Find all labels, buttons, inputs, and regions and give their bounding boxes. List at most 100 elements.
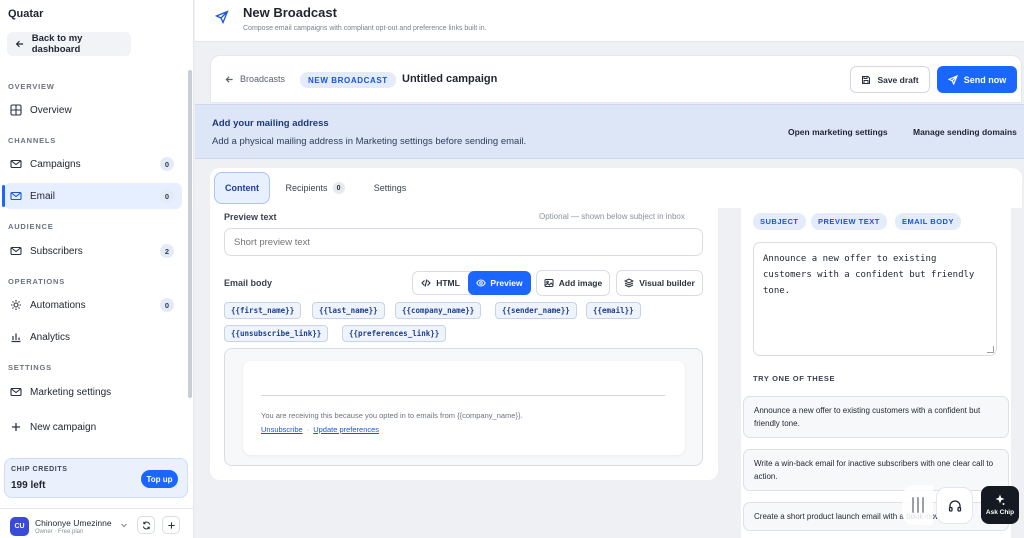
- sidebar-item-label: Overview: [30, 104, 72, 116]
- banner-title: Add your mailing address: [212, 118, 329, 129]
- send-now-label: Send now: [963, 74, 1007, 85]
- tab-content[interactable]: Content: [214, 172, 270, 204]
- chevron-down-icon[interactable]: [120, 521, 128, 529]
- handle-bar: [921, 497, 924, 513]
- merge-tag-unsubscribe-link[interactable]: {{unsubscribe_link}}: [224, 325, 329, 342]
- sidebar-item-campaigns[interactable]: Campaigns 0: [4, 151, 182, 177]
- credits-value: 199 left: [11, 480, 46, 491]
- tab-settings[interactable]: Settings: [364, 172, 416, 204]
- chip-credits-card: CHIP CREDITS 199 left Top up: [4, 458, 188, 498]
- top-up-button[interactable]: Top up: [141, 470, 178, 488]
- ask-chip-button[interactable]: Ask Chip: [981, 486, 1019, 524]
- page-subtitle: Compose email campaigns with compliant o…: [243, 25, 487, 32]
- sidebar-item-automations[interactable]: Automations 0: [4, 292, 182, 318]
- merge-tag-company-name[interactable]: {{company_name}}: [395, 302, 482, 319]
- suggestion-item[interactable]: Announce a new offer to existing custome…: [743, 396, 1009, 438]
- send-icon: [215, 10, 229, 24]
- widget-collapse-handle[interactable]: [902, 485, 933, 525]
- save-icon: [862, 75, 871, 84]
- section-overview: OVERVIEW: [8, 82, 55, 91]
- target-tag-preview-text[interactable]: PREVIEW TEXT: [811, 213, 887, 230]
- support-button[interactable]: [936, 487, 973, 524]
- merge-tag-preferences-link[interactable]: {{preferences_link}}: [342, 325, 447, 342]
- subscribers-count-badge: 2: [160, 244, 174, 258]
- breadcrumb[interactable]: Broadcasts: [225, 74, 285, 84]
- html-mode-button[interactable]: HTML: [413, 272, 468, 294]
- mail-icon: [10, 246, 22, 256]
- campaigns-count-badge: 0: [160, 157, 174, 171]
- sidebar-item-marketing-settings[interactable]: Marketing settings: [4, 379, 182, 405]
- avatar[interactable]: CU: [10, 517, 29, 536]
- sidebar-item-subscribers[interactable]: Subscribers 2: [4, 238, 182, 264]
- sidebar-item-email[interactable]: Email 0: [2, 183, 182, 209]
- ai-assistant-panel: SUBJECT PREVIEW TEXT EMAIL BODY Announce…: [741, 208, 1011, 538]
- sidebar-item-label: Automations: [30, 299, 86, 311]
- sidebar-item-overview[interactable]: Overview: [4, 97, 182, 123]
- plus-icon: [167, 521, 175, 529]
- plus-icon: [12, 423, 20, 431]
- banner-description: Add a physical mailing address in Market…: [212, 136, 527, 147]
- campaign-title[interactable]: Untitled campaign: [402, 73, 497, 85]
- suggestion-item[interactable]: Write a win-back email for inactive subs…: [743, 449, 1009, 491]
- section-settings: SETTINGS: [8, 363, 52, 372]
- target-tag-email-body[interactable]: EMAIL BODY: [895, 213, 961, 230]
- mail-icon: [10, 387, 22, 397]
- preview-text-input[interactable]: [224, 228, 703, 256]
- campaign-toolbar: Broadcasts NEW BROADCAST Untitled campai…: [210, 55, 1022, 103]
- mail-icon: [10, 191, 22, 201]
- save-draft-button[interactable]: Save draft: [850, 66, 930, 93]
- visual-builder-label: Visual builder: [639, 278, 695, 288]
- manage-sending-domains-link[interactable]: Manage sending domains: [913, 127, 1017, 137]
- user-name: Chinonye Umezinne: [35, 518, 112, 528]
- sidebar-item-label: Analytics: [30, 331, 71, 343]
- visual-builder-button[interactable]: Visual builder: [616, 270, 703, 296]
- user-role: Owner · Free plan: [35, 529, 84, 535]
- assistant-prompt-textarea[interactable]: Announce a new offer to existing custome…: [753, 242, 997, 356]
- html-mode-label: HTML: [436, 278, 460, 288]
- sidebar-item-label: New campaign: [30, 421, 97, 433]
- switch-account-button[interactable]: [137, 516, 155, 534]
- add-account-button[interactable]: [162, 516, 180, 534]
- merge-tag-sender-name[interactable]: {{sender_name}}: [495, 302, 577, 319]
- gear-icon: [11, 300, 21, 310]
- back-to-dashboard-button[interactable]: Back to my dashboard: [7, 32, 131, 56]
- add-image-button[interactable]: Add image: [536, 270, 610, 296]
- merge-tag-last-name[interactable]: {{last_name}}: [312, 302, 385, 319]
- preview-mode-button[interactable]: Preview: [468, 271, 531, 295]
- email-preview-area[interactable]: You are receiving this because you opted…: [224, 348, 703, 466]
- ask-chip-label: Ask Chip: [985, 509, 1015, 516]
- sidebar-item-analytics[interactable]: Analytics: [4, 324, 182, 350]
- sidebar: Quatar Back to my dashboard OVERVIEW Ove…: [0, 0, 194, 538]
- email-count-badge: 0: [160, 189, 174, 203]
- sidebar-item-label: Campaigns: [30, 158, 81, 170]
- add-image-label: Add image: [558, 278, 603, 288]
- send-now-button[interactable]: Send now: [937, 66, 1017, 93]
- email-footer-text: You are receiving this because you opted…: [261, 411, 523, 420]
- handle-bar: [916, 497, 919, 513]
- section-operations: OPERATIONS: [8, 277, 66, 286]
- update-preferences-link[interactable]: Update preferences: [313, 425, 379, 434]
- breadcrumb-broadcasts: Broadcasts: [240, 74, 286, 84]
- sidebar-item-new-campaign[interactable]: New campaign: [4, 414, 182, 440]
- sidebar-item-label: Email: [30, 190, 56, 202]
- tab-content-label: Content: [225, 183, 259, 193]
- arrow-left-icon: [225, 75, 233, 83]
- arrow-left-icon: [15, 40, 24, 48]
- unsubscribe-link[interactable]: Unsubscribe: [261, 425, 303, 434]
- merge-tag-email[interactable]: {{email}}: [586, 302, 641, 319]
- target-tag-subject[interactable]: SUBJECT: [753, 213, 806, 230]
- email-body-label: Email body: [224, 278, 273, 288]
- preview-text-hint: Optional — shown below subject in inbox: [539, 212, 685, 221]
- merge-tag-first-name[interactable]: {{first_name}}: [224, 302, 302, 319]
- resize-handle[interactable]: [987, 346, 994, 353]
- tab-settings-label: Settings: [373, 183, 407, 193]
- bar-chart-icon: [11, 333, 21, 343]
- eye-icon: [476, 279, 487, 287]
- preview-text-label: Preview text: [224, 212, 277, 222]
- prompt-text: Announce a new offer to existing custome…: [763, 254, 975, 296]
- preview-mode-label: Preview: [490, 278, 523, 288]
- tab-recipients[interactable]: Recipients 0: [282, 172, 348, 204]
- sidebar-scrollbar[interactable]: [188, 70, 192, 398]
- open-marketing-settings-link[interactable]: Open marketing settings: [788, 127, 888, 137]
- image-icon: [544, 279, 554, 287]
